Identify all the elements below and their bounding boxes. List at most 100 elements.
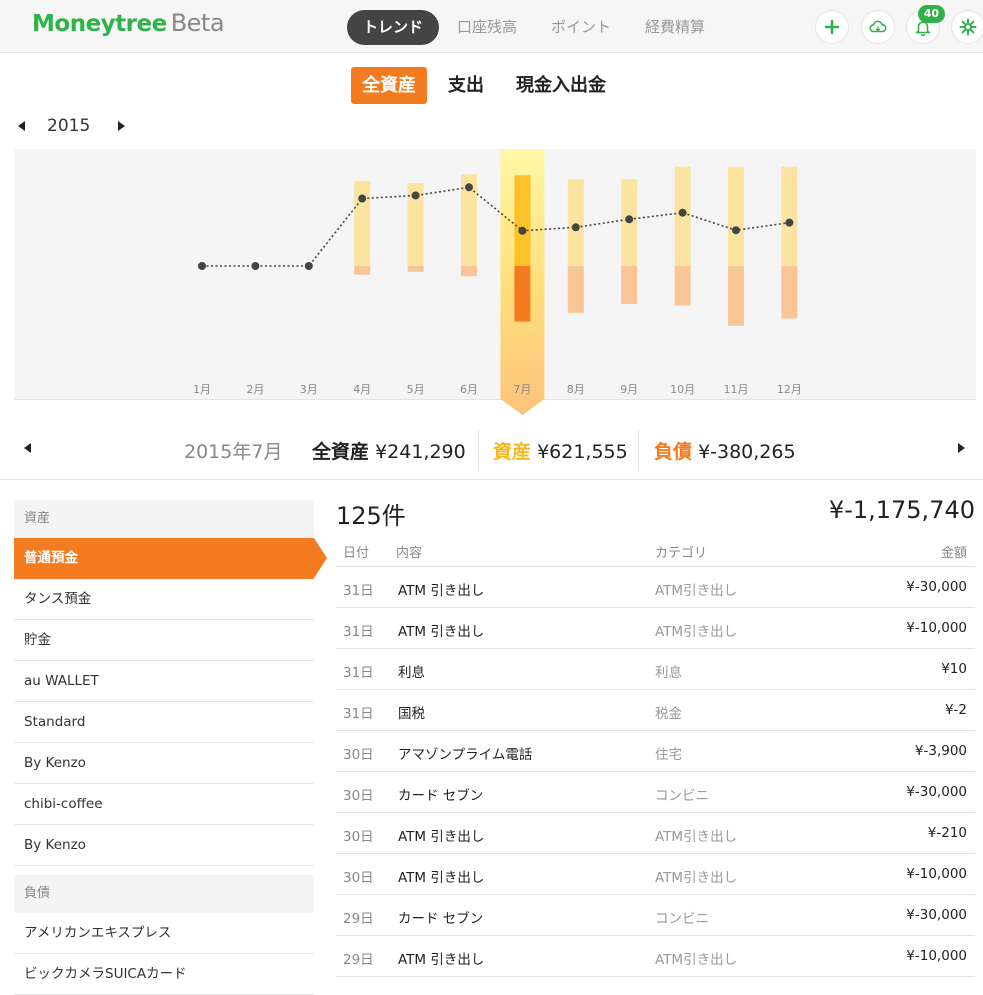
row-date: 30日	[343, 788, 374, 804]
month-tick-label: 6月	[460, 383, 478, 396]
transaction-row[interactable]: 31日 ATM 引き出し ATM引き出し ¥-30,000	[336, 567, 975, 608]
row-category[interactable]: 住宅	[655, 743, 682, 763]
add-button[interactable]	[815, 10, 849, 44]
net-worth-point	[198, 262, 206, 270]
sidebar-account-item[interactable]: アメリカンエキスプレス	[14, 913, 314, 954]
sidebar-account-item[interactable]: Standard	[14, 702, 314, 743]
liability-bar[interactable]	[567, 266, 584, 313]
row-description: アマゾンプライム電話	[398, 747, 533, 763]
net-worth-line	[202, 186, 790, 267]
sidebar-account-item[interactable]: chibi-coffee	[14, 784, 314, 825]
sidebar-account-item[interactable]: By Kenzo	[14, 825, 314, 866]
header-category[interactable]: カテゴリ	[655, 542, 707, 561]
gear-icon	[959, 18, 977, 36]
row-date: 30日	[343, 829, 374, 845]
row-category[interactable]: ATM引き出し	[655, 866, 737, 886]
header-amount[interactable]: 金額	[941, 542, 967, 561]
month-tick-label: 8月	[567, 383, 585, 396]
header-date[interactable]: 日付	[343, 542, 369, 561]
asset-bar[interactable]	[514, 175, 531, 266]
view-subtabs: 全資産 支出 現金入出金	[351, 67, 627, 104]
liability-bar[interactable]	[514, 266, 531, 322]
row-amount: ¥-210	[927, 825, 967, 841]
row-amount: ¥-10,000	[906, 866, 967, 882]
transaction-row[interactable]: 29日 ATM 引き出し ATM引き出し ¥-10,000	[336, 936, 975, 977]
nav-tab-expenses[interactable]: 経費精算	[629, 10, 721, 45]
net-worth-point	[732, 226, 740, 235]
transaction-row[interactable]: 31日 利息 利息 ¥10	[336, 649, 975, 690]
sync-button[interactable]	[861, 10, 895, 44]
transaction-row[interactable]: 30日 カード セブン コンビニ ¥-30,000	[336, 772, 975, 813]
sidebar-account-item[interactable]: au WALLET	[14, 661, 314, 702]
row-description: カード セブン	[398, 788, 484, 804]
net-worth-point	[411, 191, 420, 200]
logo-beta: Beta	[170, 9, 225, 37]
liability-bar[interactable]	[781, 266, 798, 319]
asset-bar[interactable]	[781, 166, 798, 266]
app-logo[interactable]: Moneytree Beta	[32, 9, 225, 37]
subtab-spending[interactable]: 支出	[437, 67, 495, 104]
asset-bar[interactable]	[567, 179, 584, 266]
next-month-icon[interactable]	[958, 443, 965, 453]
next-year-icon[interactable]	[118, 121, 126, 131]
liability-bar[interactable]	[674, 266, 691, 306]
asset-bar[interactable]	[354, 181, 371, 266]
summary-divider	[478, 430, 479, 470]
sidebar-account-item[interactable]: ビックカメラSUICAカード	[14, 954, 314, 995]
sidebar-account-item[interactable]: 普通預金	[14, 538, 327, 579]
transactions-list: 31日 ATM 引き出し ATM引き出し ¥-30,000 31日 ATM 引き出し AT…	[336, 567, 975, 977]
sidebar-account-item[interactable]: 貯金	[14, 620, 314, 661]
net-worth-point	[304, 262, 313, 270]
net-worth-point	[358, 194, 367, 203]
nav-tab-points[interactable]: ポイント	[535, 10, 627, 45]
assets-label: 資産	[493, 441, 532, 463]
header-description[interactable]: 内容	[396, 542, 422, 561]
notifications-button[interactable]: 40	[906, 5, 945, 44]
nav-tab-balances[interactable]: 口座残高	[441, 10, 533, 45]
plus-icon	[824, 19, 840, 35]
row-category[interactable]: ATM引き出し	[655, 948, 737, 968]
nav-tab-trend[interactable]: トレンド	[347, 10, 440, 45]
settings-button[interactable]	[951, 10, 983, 44]
row-category[interactable]: コンビニ	[655, 907, 709, 927]
liability-bar[interactable]	[461, 266, 477, 277]
subtab-cash-flow[interactable]: 現金入出金	[505, 67, 617, 104]
row-category[interactable]: ATM引き出し	[655, 620, 737, 640]
sidebar-header-assets: 資産	[14, 500, 314, 538]
transaction-count: 125件	[336, 502, 406, 530]
transaction-row[interactable]: 30日 ATM 引き出し ATM引き出し ¥-10,000	[336, 854, 975, 895]
year-selector: 2015	[18, 116, 126, 136]
row-category[interactable]: ATM引き出し	[655, 579, 737, 599]
row-description: ATM 引き出し	[398, 583, 485, 599]
asset-bar[interactable]	[728, 166, 744, 266]
liability-bar[interactable]	[407, 266, 424, 272]
liability-bar[interactable]	[728, 266, 744, 326]
month-tick-label: 3月	[300, 383, 318, 396]
row-description: カード セブン	[398, 911, 484, 927]
prev-year-icon[interactable]	[18, 121, 25, 131]
liability-bar[interactable]	[621, 266, 638, 304]
transaction-row[interactable]: 29日 カード セブン コンビニ ¥-30,000	[336, 895, 975, 936]
transaction-row[interactable]: 31日 国税 税金 ¥-2	[336, 690, 975, 731]
subtab-all-assets[interactable]: 全資産	[351, 67, 427, 104]
transaction-row[interactable]: 31日 ATM 引き出し ATM引き出し ¥-10,000	[336, 608, 975, 649]
sidebar-account-item[interactable]: タンス預金	[14, 579, 314, 620]
sidebar-account-item[interactable]: By Kenzo	[14, 743, 314, 784]
row-category[interactable]: ATM引き出し	[655, 825, 737, 845]
prev-month-icon[interactable]	[24, 443, 31, 453]
month-tick-label: 7月	[513, 383, 531, 396]
trend-chart: 1月 2月 3月 4月 5月 6月 7月 8月 9月 10月 11月 12月	[14, 149, 976, 419]
transaction-row[interactable]: 30日 アマゾンプライム電話 住宅 ¥-3,900	[336, 731, 975, 772]
row-category[interactable]: コンビニ	[655, 784, 709, 804]
row-date: 29日	[343, 952, 374, 968]
month-tick-label: 10月	[670, 383, 695, 396]
liabilities-value: ¥-380,265	[698, 441, 796, 463]
account-sidebar: 資産 普通預金 タンス預金 貯金 au WALLET Standard By K…	[14, 500, 327, 995]
row-description: ATM 引き出し	[398, 952, 485, 968]
row-category[interactable]: 税金	[655, 702, 682, 722]
row-category[interactable]: 利息	[655, 661, 682, 681]
summary-divider	[638, 430, 639, 470]
liability-bar[interactable]	[354, 266, 371, 275]
transaction-row[interactable]: 30日 ATM 引き出し ATM引き出し ¥-210	[336, 813, 975, 854]
